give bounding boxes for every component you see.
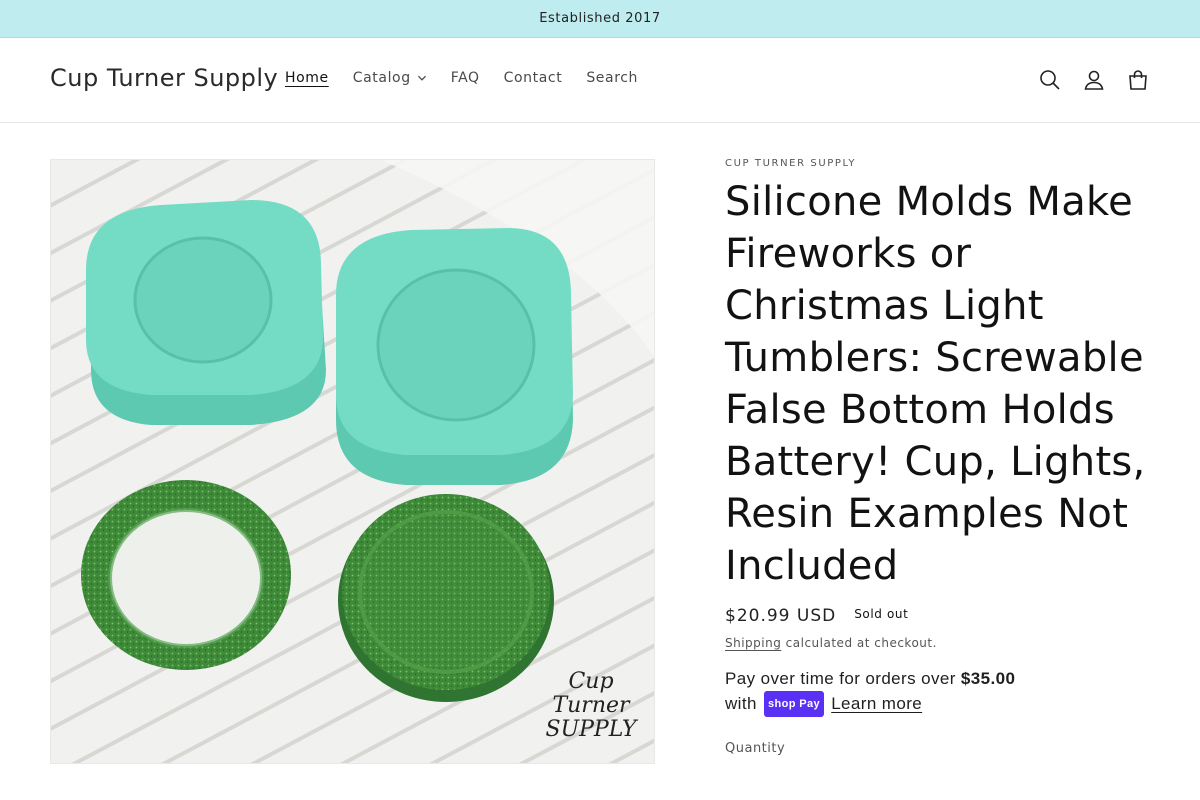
cart-button[interactable] <box>1116 64 1160 96</box>
shop-pay-installments: Pay over time for orders over $35.00 wit… <box>725 667 1155 717</box>
account-icon <box>1084 70 1104 90</box>
quantity-label: Quantity <box>725 741 786 756</box>
nav-contact[interactable]: Contact <box>492 70 575 86</box>
shipping-note-text: calculated at checkout. <box>781 636 937 650</box>
product-image[interactable]: Cup Turner SUPPLY <box>50 159 655 764</box>
installments-prefix: Pay over time for orders over <box>725 669 961 688</box>
chevron-down-icon <box>417 75 426 81</box>
product-vendor: CUP TURNER SUPPLY <box>725 158 857 169</box>
search-icon <box>1040 70 1060 90</box>
price-row: $20.99 USD Sold out <box>725 606 1155 626</box>
nav-catalog-label: Catalog <box>352 70 411 86</box>
site-header: Cup Turner Supply Home Catalog FAQ Conta… <box>0 38 1200 123</box>
announcement-text: Established 2017 <box>539 11 661 26</box>
image-watermark: Cup Turner SUPPLY <box>545 669 637 742</box>
header-icons <box>1028 64 1160 96</box>
product-price: $20.99 USD <box>725 606 837 626</box>
learn-more-link[interactable]: Learn more <box>831 694 922 713</box>
main-nav: Home Catalog FAQ Contact Search <box>273 70 650 86</box>
nav-home[interactable]: Home <box>273 70 341 86</box>
installments-with: with <box>725 694 757 713</box>
cart-icon <box>1129 70 1147 90</box>
nav-faq[interactable]: FAQ <box>439 70 492 86</box>
nav-catalog[interactable]: Catalog <box>341 70 439 86</box>
product-title: Silicone Molds Make Fireworks or Christm… <box>725 179 1146 589</box>
nav-search[interactable]: Search <box>574 70 650 86</box>
search-button[interactable] <box>1028 64 1072 96</box>
store-logo[interactable]: Cup Turner Supply <box>50 64 278 92</box>
sold-out-badge: Sold out <box>854 607 909 621</box>
shop-pay-logo: shop Pay <box>763 691 825 717</box>
product-info: CUP TURNER SUPPLY Silicone Molds Make Fi… <box>725 158 1155 756</box>
shipping-note: Shipping calculated at checkout. <box>725 636 1155 650</box>
installments-amount: $35.00 <box>960 669 1016 688</box>
announcement-bar: Established 2017 <box>0 0 1200 38</box>
shipping-link[interactable]: Shipping <box>725 636 781 650</box>
account-button[interactable] <box>1072 64 1116 96</box>
